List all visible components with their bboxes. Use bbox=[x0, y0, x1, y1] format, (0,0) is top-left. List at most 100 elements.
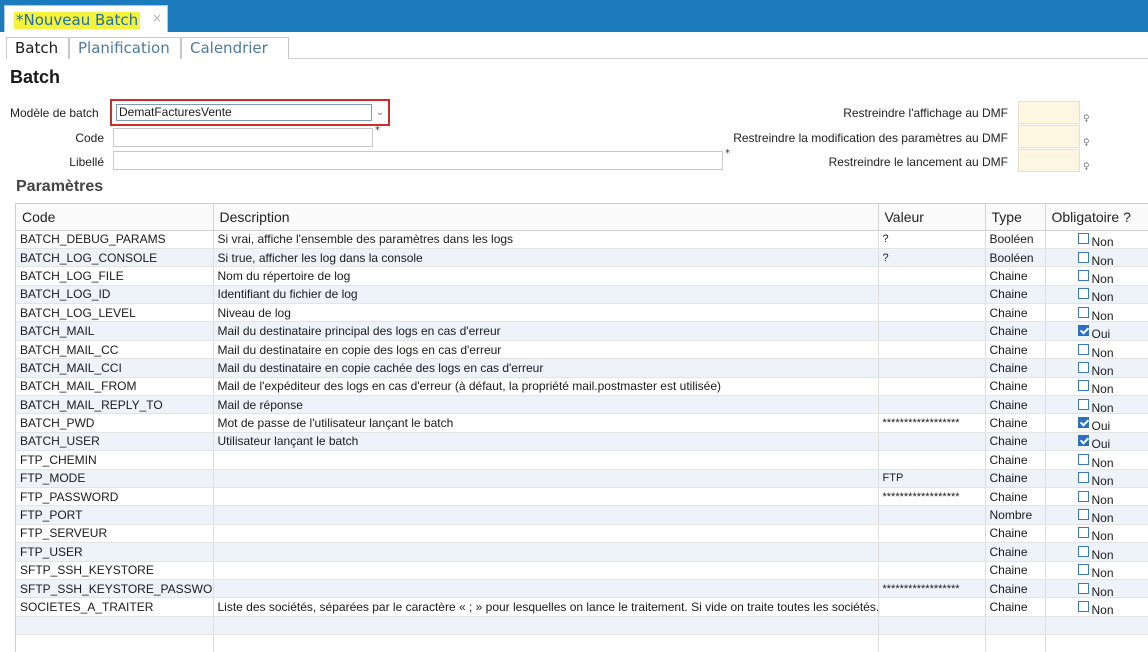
table-row[interactable]: BATCH_LOG_FILE Nom du répertoire de log Ch… bbox=[16, 266, 1148, 286]
checkbox-icon[interactable] bbox=[1077, 306, 1089, 318]
tab-batch[interactable]: Batch bbox=[6, 37, 69, 59]
cell-type: Chaine bbox=[985, 377, 1046, 397]
cell-valeur[interactable]: FTP bbox=[878, 469, 986, 488]
header-description[interactable]: Description bbox=[213, 204, 879, 231]
checkbox-icon[interactable] bbox=[1077, 251, 1089, 263]
cell-valeur[interactable] bbox=[878, 340, 986, 360]
libelle-input[interactable] bbox=[113, 151, 723, 170]
table-row[interactable]: FTP_PORT Nombre Non bbox=[16, 505, 1148, 525]
cell-description: Utilisateur lançant le batch bbox=[213, 432, 879, 452]
cell-obligatoire: Non bbox=[1045, 248, 1148, 268]
table-row[interactable]: BATCH_LOG_CONSOLE Si true, afficher les l… bbox=[16, 248, 1148, 268]
required-label: Oui bbox=[1091, 437, 1111, 451]
table-row[interactable]: FTP_MODE FTP Chaine Non bbox=[16, 469, 1148, 488]
checkbox-icon[interactable] bbox=[1077, 398, 1089, 410]
table-row[interactable]: FTP_SERVEUR Chaine Non bbox=[16, 524, 1148, 544]
cell-valeur[interactable] bbox=[878, 542, 986, 562]
cell-valeur[interactable] bbox=[878, 266, 986, 286]
cell-valeur[interactable]: ? bbox=[878, 230, 986, 249]
model-select[interactable]: DematFacturesVente bbox=[116, 104, 372, 121]
table-row[interactable]: BATCH_LOG_ID Identifiant du fichier de lo… bbox=[16, 285, 1148, 305]
table-row[interactable]: BATCH_MAIL_CC Mail du destinataire en cop… bbox=[16, 340, 1148, 360]
table-row[interactable]: BATCH_DEBUG_PARAMS Si vrai, affiche l'ens… bbox=[16, 230, 1148, 249]
cell-valeur[interactable] bbox=[878, 377, 986, 397]
code-input[interactable] bbox=[113, 128, 373, 147]
table-row[interactable]: BATCH_PWD Mot de passe de l'utilisateur l… bbox=[16, 413, 1148, 433]
cell-valeur[interactable]: ? bbox=[878, 248, 986, 268]
checkbox-icon[interactable] bbox=[1077, 233, 1089, 245]
cell-valeur[interactable] bbox=[878, 285, 986, 305]
cell-type: Chaine bbox=[985, 321, 1046, 341]
cell-valeur[interactable] bbox=[878, 303, 986, 323]
cell-type: Chaine bbox=[985, 542, 1046, 562]
tab-planification[interactable]: Planification bbox=[69, 37, 181, 59]
checkbox-icon[interactable] bbox=[1077, 361, 1089, 373]
code-label: Code bbox=[75, 131, 104, 145]
table-row[interactable]: BATCH_MAIL Mail du destinataire principal… bbox=[16, 321, 1148, 341]
table-row[interactable]: BATCH_MAIL_FROM Mail de l'expéditeur des … bbox=[16, 377, 1148, 397]
dmf-display-input[interactable] bbox=[1018, 101, 1080, 124]
table-row[interactable]: SFTP_SSH_KEYSTORE Chaine Non bbox=[16, 561, 1148, 580]
cell-type: Chaine bbox=[985, 413, 1046, 433]
cell-type: Chaine bbox=[985, 395, 1046, 415]
header-code[interactable]: Code bbox=[16, 204, 214, 231]
table-row[interactable]: SOCIETES_A_TRAITER Liste des sociétés, sé… bbox=[16, 597, 1148, 617]
cell-valeur[interactable] bbox=[878, 505, 986, 525]
cell-valeur[interactable] bbox=[878, 524, 986, 544]
cell-code: BATCH_MAIL_FROM bbox=[16, 377, 214, 397]
cell-valeur[interactable]: ****************** bbox=[878, 487, 986, 507]
checkbox-icon[interactable] bbox=[1077, 380, 1089, 392]
dmf-launch-input[interactable] bbox=[1018, 149, 1080, 172]
dmf-modify-input[interactable] bbox=[1018, 125, 1080, 148]
close-icon[interactable]: × bbox=[152, 11, 162, 25]
cell-description: Mot de passe de l'utilisateur lançant le… bbox=[213, 413, 879, 433]
table-row[interactable]: FTP_USER Chaine Non bbox=[16, 542, 1148, 562]
checkbox-icon[interactable] bbox=[1077, 545, 1089, 557]
table-row[interactable]: BATCH_USER Utilisateur lançant le batch Ch… bbox=[16, 432, 1148, 452]
cell-valeur[interactable] bbox=[878, 432, 986, 452]
table-row[interactable]: FTP_CHEMIN Chaine Non bbox=[16, 450, 1148, 470]
checkbox-icon[interactable] bbox=[1077, 417, 1089, 429]
checkbox-icon[interactable] bbox=[1077, 269, 1089, 281]
cell-valeur[interactable] bbox=[878, 395, 986, 415]
cell-valeur[interactable] bbox=[878, 358, 986, 378]
checkbox-icon[interactable] bbox=[1077, 509, 1089, 521]
table-row[interactable]: BATCH_MAIL_CCI Mail du destinataire en co… bbox=[16, 358, 1148, 378]
cell-valeur[interactable] bbox=[878, 450, 986, 470]
cell-code: FTP_PORT bbox=[16, 505, 214, 525]
cell-code: SFTP_SSH_KEYSTORE_PASSWORD bbox=[16, 579, 214, 599]
checkbox-icon[interactable] bbox=[1077, 601, 1089, 612]
document-tab-nouveau-batch[interactable]: *Nouveau Batch × bbox=[4, 5, 168, 32]
cell-valeur[interactable]: ****************** bbox=[878, 413, 986, 433]
checkbox-icon[interactable] bbox=[1077, 435, 1089, 447]
checkbox-icon[interactable] bbox=[1077, 472, 1089, 484]
checkbox-icon[interactable] bbox=[1077, 325, 1089, 337]
checkbox-icon[interactable] bbox=[1077, 343, 1089, 355]
cell-valeur[interactable] bbox=[878, 561, 986, 580]
checkbox-icon[interactable] bbox=[1077, 527, 1089, 539]
cell-description: Si true, afficher les log dans la consol… bbox=[213, 248, 879, 268]
cell-description: Nom du répertoire de log bbox=[213, 266, 879, 286]
checkbox-icon[interactable] bbox=[1077, 582, 1089, 594]
cell-valeur[interactable] bbox=[878, 597, 986, 617]
cell-valeur[interactable] bbox=[878, 321, 986, 341]
table-row[interactable]: FTP_PASSWORD ****************** Chaine Non bbox=[16, 487, 1148, 507]
checkbox-icon[interactable] bbox=[1077, 564, 1089, 576]
header-valeur[interactable]: Valeur bbox=[878, 204, 986, 231]
cell-type: Chaine bbox=[985, 597, 1046, 617]
tab-calendrier[interactable]: Calendrier bbox=[181, 37, 289, 59]
table-row[interactable]: BATCH_MAIL_REPLY_TO Mail de réponse Chaine… bbox=[16, 395, 1148, 415]
document-tab-bar: *Nouveau Batch × bbox=[0, 0, 1148, 32]
checkbox-icon[interactable] bbox=[1077, 288, 1089, 300]
cell-code: BATCH_PWD bbox=[16, 413, 214, 433]
header-obligatoire[interactable]: Obligatoire ? bbox=[1045, 204, 1148, 231]
chevron-down-icon[interactable]: ⌄ bbox=[374, 104, 386, 121]
required-label: Non bbox=[1091, 547, 1114, 562]
checkbox-icon[interactable] bbox=[1077, 490, 1089, 502]
cell-type: Chaine bbox=[985, 285, 1046, 305]
table-row[interactable]: BATCH_LOG_LEVEL Niveau de log Chaine Non bbox=[16, 303, 1148, 323]
checkbox-icon[interactable] bbox=[1077, 453, 1089, 465]
cell-valeur[interactable]: ****************** bbox=[878, 579, 986, 599]
header-type[interactable]: Type bbox=[985, 204, 1046, 231]
table-row[interactable]: SFTP_SSH_KEYSTORE_PASSWORD **************… bbox=[16, 579, 1148, 599]
